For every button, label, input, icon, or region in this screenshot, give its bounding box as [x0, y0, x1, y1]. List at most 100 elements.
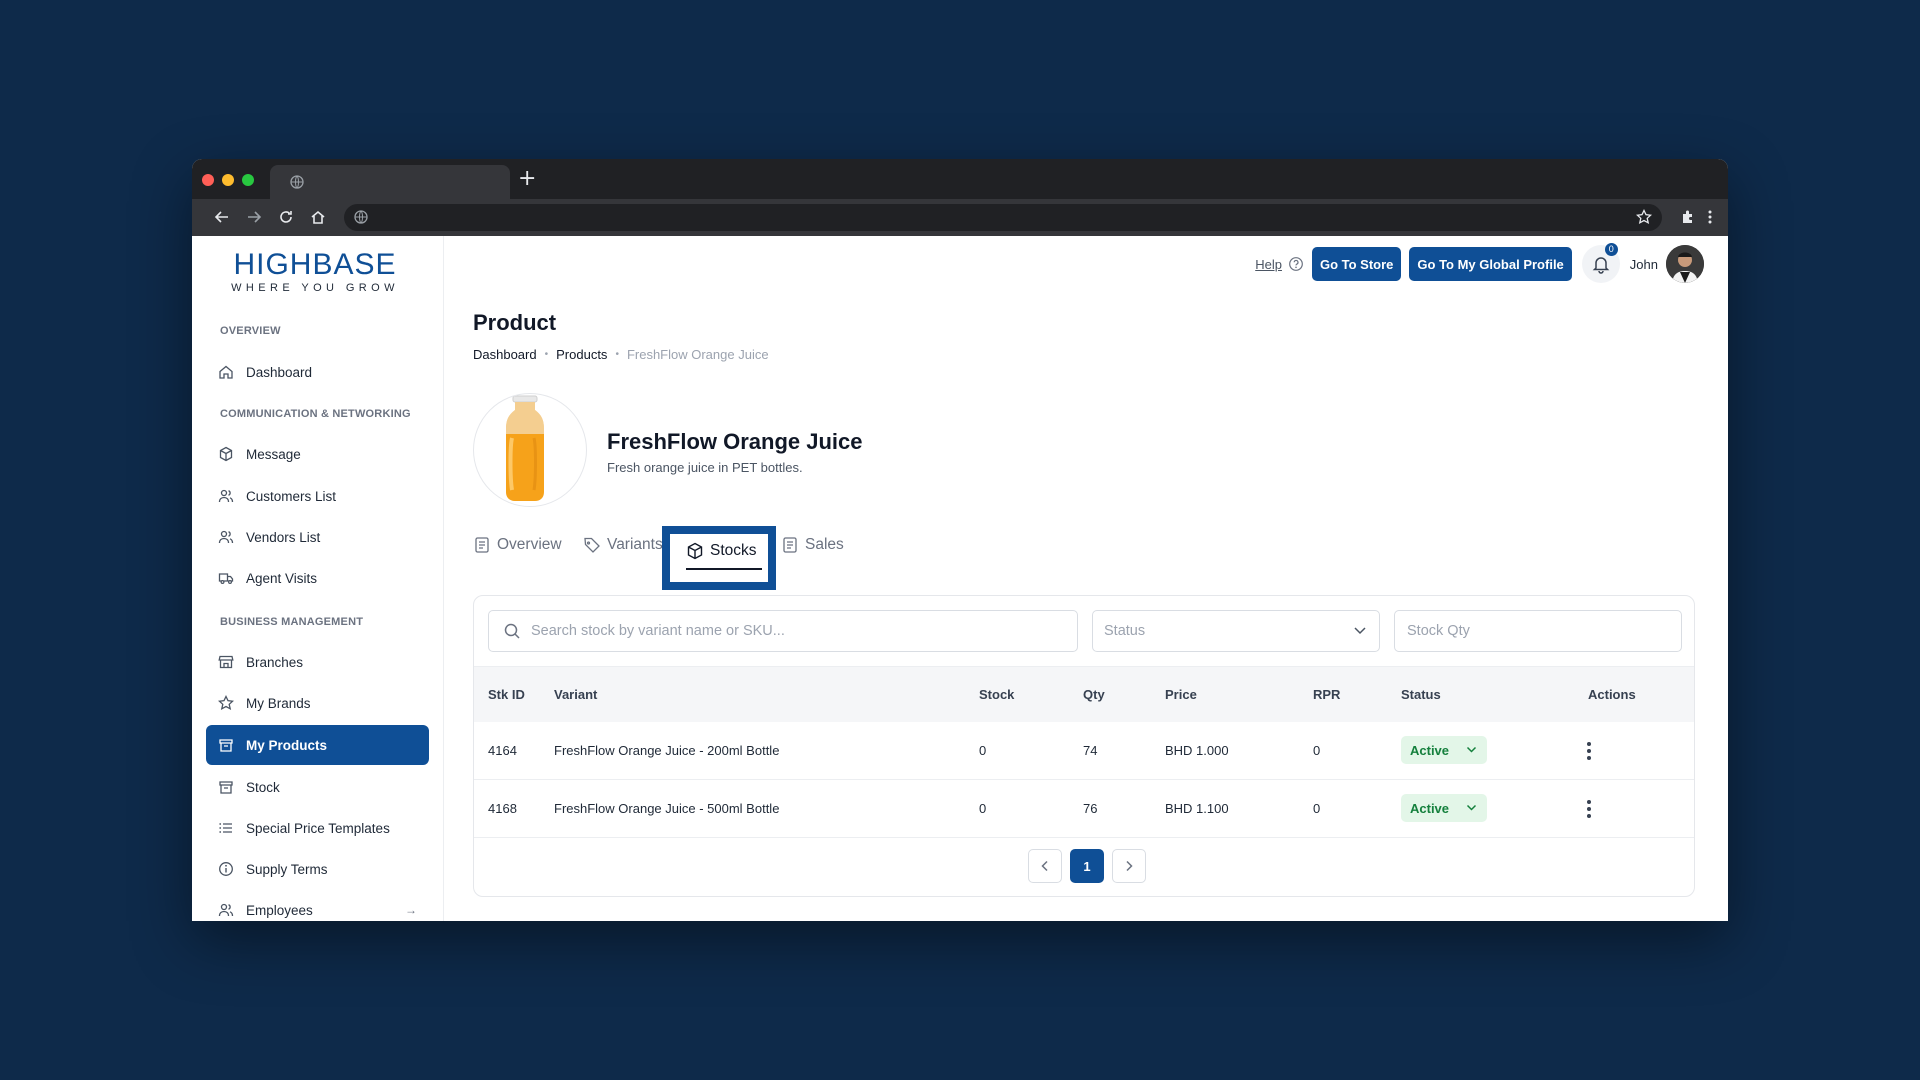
- users-icon: [218, 903, 234, 917]
- product-name: FreshFlow Orange Juice: [607, 429, 863, 454]
- sidebar-item-label: Supply Terms: [246, 861, 328, 877]
- tab-variants[interactable]: Variants: [583, 536, 665, 554]
- cell-price: BHD 1.000: [1165, 743, 1229, 758]
- search-input[interactable]: Search stock by variant name or SKU...: [488, 610, 1078, 652]
- truck-icon: [218, 573, 234, 585]
- cube-icon: [687, 542, 703, 560]
- globe-icon: [354, 210, 368, 224]
- page-1-button[interactable]: 1: [1070, 849, 1104, 883]
- cell-price: BHD 1.100: [1165, 801, 1229, 816]
- cell-variant: FreshFlow Orange Juice - 200ml Bottle: [554, 743, 780, 758]
- main-content: Help Go To Store Go To My Global Profile…: [444, 236, 1728, 921]
- sidebar-item-employees[interactable]: Employees →: [206, 890, 429, 921]
- chevron-left-icon: [1041, 860, 1048, 872]
- users-icon: [218, 489, 234, 503]
- breadcrumb-products[interactable]: Products: [556, 347, 607, 362]
- sidebar-item-stock[interactable]: Stock: [206, 767, 429, 807]
- back-icon[interactable]: [212, 207, 232, 227]
- sidebar-item-label: Agent Visits: [246, 570, 318, 586]
- cube-icon: [219, 446, 233, 462]
- document-icon: [475, 537, 489, 553]
- column-header: Actions: [1588, 687, 1636, 702]
- sidebar-item-label: My Brands: [246, 695, 311, 711]
- tab-sales[interactable]: Sales: [781, 536, 844, 554]
- maximize-window-button[interactable]: [242, 174, 254, 186]
- sidebar-item-supply-terms[interactable]: Supply Terms: [206, 849, 429, 889]
- users-icon: [218, 530, 234, 544]
- stock-qty-placeholder: Stock Qty: [1407, 623, 1470, 639]
- status-badge: Active: [1410, 800, 1450, 816]
- section-business-management: BUSINESS MANAGEMENT: [220, 616, 364, 628]
- logo-wordmark: HIGHBASE: [233, 248, 397, 281]
- globe-icon: [290, 175, 304, 189]
- list-icon: [219, 823, 232, 833]
- row-actions-icon[interactable]: [1586, 742, 1592, 760]
- sidebar-item-label: Branches: [246, 654, 304, 670]
- row-actions-icon[interactable]: [1586, 800, 1592, 818]
- home-icon[interactable]: [308, 207, 328, 227]
- column-header: Price: [1165, 687, 1197, 702]
- go-to-store-button[interactable]: Go To Store: [1311, 247, 1402, 281]
- breadcrumb-separator: •: [544, 349, 549, 360]
- forward-icon[interactable]: [244, 207, 264, 227]
- box-icon: [219, 739, 233, 752]
- previous-page-button[interactable]: [1028, 849, 1062, 883]
- star-icon: [218, 695, 234, 711]
- stock-qty-input[interactable]: Stock Qty: [1394, 610, 1682, 652]
- close-window-button[interactable]: [202, 174, 214, 186]
- column-header: Qty: [1083, 687, 1105, 702]
- tab-overview[interactable]: Overview: [473, 536, 562, 554]
- sidebar-item-label: Message: [246, 446, 301, 462]
- user-name[interactable]: John: [1630, 257, 1658, 272]
- bookmark-star-icon[interactable]: [1636, 209, 1652, 225]
- page-title: Product: [473, 310, 557, 335]
- box-icon: [219, 781, 233, 794]
- sidebar-item-my-products[interactable]: My Products: [206, 725, 429, 765]
- extensions-icon[interactable]: [1678, 207, 1698, 227]
- sidebar-item-vendors-list[interactable]: Vendors List: [206, 517, 429, 557]
- search-placeholder: Search stock by variant name or SKU...: [531, 623, 785, 639]
- sidebar-item-label: My Products: [246, 737, 328, 753]
- section-overview: OVERVIEW: [220, 325, 281, 337]
- status-dropdown[interactable]: Active: [1401, 794, 1487, 822]
- sidebar-item-customers-list[interactable]: Customers List: [206, 476, 429, 516]
- notifications-button[interactable]: 0: [1581, 243, 1620, 283]
- tab-stocks[interactable]: Stocks: [662, 526, 776, 590]
- avatar[interactable]: [1666, 245, 1704, 283]
- logo-tagline: WHERE YOU GROW: [231, 282, 399, 294]
- sidebar-item-my-brands[interactable]: My Brands: [206, 683, 429, 723]
- sidebar-item-label: Vendors List: [246, 529, 321, 545]
- sidebar-item-message[interactable]: Message: [206, 434, 429, 474]
- status-select[interactable]: Status: [1092, 610, 1380, 652]
- help-link[interactable]: Help: [1255, 257, 1282, 272]
- cell-stk-id: 4168: [488, 801, 517, 816]
- breadcrumb-dashboard[interactable]: Dashboard: [473, 347, 537, 362]
- cell-variant: FreshFlow Orange Juice - 500ml Bottle: [554, 801, 780, 816]
- status-dropdown[interactable]: Active: [1401, 736, 1487, 764]
- info-icon: [219, 862, 233, 876]
- cell-rpr: 0: [1313, 743, 1321, 758]
- new-tab-button[interactable]: +: [518, 167, 536, 191]
- bell-icon: [1592, 257, 1610, 274]
- expand-arrow-icon[interactable]: →: [405, 903, 417, 917]
- breadcrumb-current: FreshFlow Orange Juice: [626, 347, 769, 362]
- address-bar[interactable]: [344, 204, 1662, 231]
- sidebar-item-label: Stock: [246, 779, 280, 795]
- browser-tab[interactable]: [270, 165, 510, 199]
- browser-menu-icon[interactable]: [1700, 207, 1720, 227]
- question-icon[interactable]: [1288, 256, 1304, 272]
- reload-icon[interactable]: [276, 207, 296, 227]
- breadcrumb-separator: •: [615, 349, 619, 360]
- sidebar-item-dashboard[interactable]: Dashboard: [206, 352, 429, 392]
- active-tab-underline: [686, 568, 762, 570]
- sidebar-item-agent-visits[interactable]: Agent Visits: [206, 558, 429, 598]
- minimize-window-button[interactable]: [222, 174, 234, 186]
- go-to-global-profile-button[interactable]: Go To My Global Profile: [1409, 247, 1572, 281]
- notification-count-badge: 0: [1604, 243, 1618, 256]
- table-row[interactable]: 4164 FreshFlow Orange Juice - 200ml Bott…: [474, 722, 1694, 780]
- sidebar-item-branches[interactable]: Branches: [206, 642, 429, 682]
- sidebar-item-special-price-templates[interactable]: Special Price Templates: [206, 808, 429, 848]
- next-page-button[interactable]: [1112, 849, 1146, 883]
- table-row[interactable]: 4168 FreshFlow Orange Juice - 500ml Bott…: [474, 780, 1694, 838]
- highbase-logo[interactable]: HIGHBASE WHERE YOU GROW: [230, 248, 400, 294]
